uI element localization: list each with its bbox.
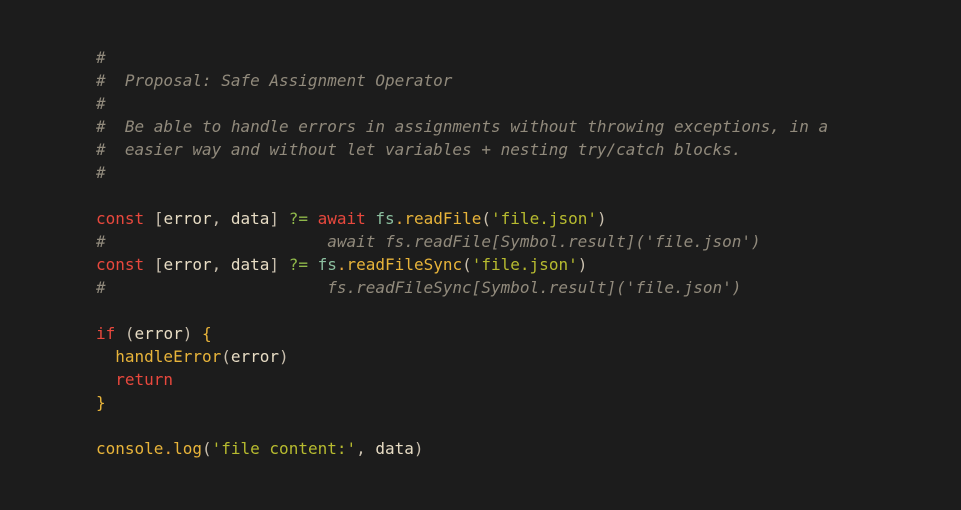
code-token: error (134, 324, 183, 343)
code-token: fs (317, 255, 337, 274)
code-token: readFileSync (346, 255, 463, 274)
code-token: return (115, 370, 174, 389)
code-token: # (96, 163, 106, 182)
code-token: # (96, 94, 106, 113)
code-token: [ (153, 255, 164, 274)
code-token: ) (182, 324, 193, 343)
code-token: ) (413, 439, 424, 458)
code-token: data (230, 209, 270, 228)
code-token: , (211, 209, 231, 228)
code-token: . (394, 209, 405, 228)
code-line: } (96, 391, 828, 414)
code-token: } (96, 393, 106, 412)
code-token: ) (577, 255, 588, 274)
code-token: error (163, 209, 212, 228)
code-line: console.log('file content:', data) (96, 437, 828, 460)
code-token: ) (279, 347, 289, 366)
code-token: # (96, 48, 106, 67)
code-token: fs (375, 209, 395, 228)
code-token: error (163, 255, 212, 274)
code-token: ] (269, 209, 280, 228)
code-token: console (96, 439, 164, 458)
code-line: handleError(error) (96, 345, 828, 368)
code-token: # Be able to handle errors in assignment… (96, 117, 829, 136)
code-token: if (96, 324, 116, 343)
code-line: return (96, 368, 828, 391)
code-token: const (96, 209, 145, 228)
code-token: 'file content:' (211, 439, 357, 458)
code-token: log (173, 439, 202, 458)
code-token: [ (153, 209, 164, 228)
code-line: const [error, data] ?= await fs.readFile… (96, 207, 828, 230)
code-token: # await fs.readFile[Symbol.result]('file… (96, 232, 761, 251)
code-token: ( (481, 209, 492, 228)
code-line: # (96, 92, 828, 115)
code-token: error (230, 347, 280, 366)
code-token: ( (201, 439, 212, 458)
code-token: 'file.json' (491, 209, 597, 228)
code-line: # (96, 161, 828, 184)
code-token: { (202, 324, 212, 343)
code-token: . (336, 255, 347, 274)
code-line: # await fs.readFile[Symbol.result]('file… (96, 230, 828, 253)
code-token: ?= (288, 255, 308, 274)
code-token: ( (462, 255, 472, 274)
code-token: . (163, 439, 174, 458)
code-token: # easier way and without let variables +… (96, 140, 742, 159)
code-token: await (317, 209, 366, 228)
code-line: if (error) { (96, 322, 828, 345)
code-token: 'file.json' (471, 255, 578, 274)
code-token: ) (597, 209, 607, 228)
code-token: ?= (288, 209, 308, 228)
code-token: # fs.readFileSync[Symbol.result]('file.j… (96, 278, 742, 297)
code-line: # Proposal: Safe Assignment Operator (96, 69, 828, 92)
code-block[interactable]: # # Proposal: Safe Assignment Operator # # … (96, 46, 828, 460)
code-line: # easier way and without let variables +… (96, 138, 828, 161)
code-token: , (211, 255, 231, 274)
code-line: # (96, 46, 828, 69)
code-token: ( (124, 324, 135, 343)
code-token: handleError (115, 347, 222, 366)
code-token: data (375, 439, 414, 458)
code-line: const [error, data] ?= fs.readFileSync('… (96, 253, 828, 276)
code-token: ] (269, 255, 280, 274)
code-token: , (356, 439, 376, 458)
code-line: # Be able to handle errors in assignment… (96, 115, 828, 138)
code-token: readFile (404, 209, 482, 228)
code-line: # fs.readFileSync[Symbol.result]('file.j… (96, 276, 828, 299)
code-token: const (96, 255, 145, 274)
code-editor[interactable]: # # Proposal: Safe Assignment Operator # # … (0, 0, 961, 510)
code-token: ( (221, 347, 231, 366)
code-token: # Proposal: Safe Assignment Operator (96, 71, 453, 90)
code-token: data (230, 255, 270, 274)
